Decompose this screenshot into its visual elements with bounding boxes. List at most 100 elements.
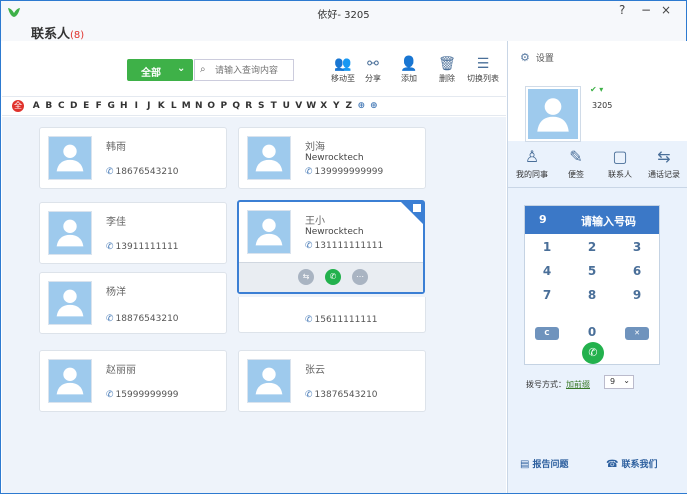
- dial-prefix-select[interactable]: 9 ⌄: [604, 375, 634, 389]
- contact-phone-number: 13876543210: [314, 390, 378, 400]
- letter-r[interactable]: R: [243, 101, 256, 111]
- contact-phone: ✆ 15999999999: [106, 390, 179, 400]
- contact-actions-bar: ⇆ ✆ ⋯: [239, 262, 423, 292]
- letter-e[interactable]: E: [80, 101, 93, 111]
- dial-mode-label: 拨号方式：: [526, 380, 566, 389]
- page-title-label: 联系人: [31, 27, 71, 42]
- search-box[interactable]: ⌕: [194, 59, 294, 81]
- filter-dropdown[interactable]: 全部 ⌄: [127, 59, 193, 81]
- letter-d[interactable]: D: [68, 101, 81, 111]
- contact-phone-number: 139999999999: [314, 167, 384, 177]
- letter-n[interactable]: N: [193, 101, 206, 111]
- dial-key-2[interactable]: 2: [570, 236, 614, 258]
- report-issue-link[interactable]: ▤ 报告问题: [520, 457, 568, 470]
- dial-key-4[interactable]: 4: [525, 260, 569, 282]
- contact-card[interactable]: ✆ 15611111111: [238, 297, 426, 333]
- nav-call-log[interactable]: ⇆ 通话记录: [642, 147, 686, 180]
- letter-v[interactable]: V: [293, 101, 306, 111]
- letter-t[interactable]: T: [268, 101, 281, 111]
- dial-key-0[interactable]: 0: [570, 323, 614, 341]
- letter-z[interactable]: Z: [343, 101, 356, 111]
- presence-status-dropdown[interactable]: ✔ ▾: [590, 85, 603, 94]
- nav-contacts[interactable]: ▢ 联系人: [598, 147, 642, 180]
- note-icon: ✎: [569, 147, 583, 166]
- dial-hint: 请输入号码: [581, 215, 636, 228]
- letter-f[interactable]: F: [93, 101, 106, 111]
- chevron-down-icon: ⌄: [623, 376, 630, 385]
- letter-list: A B C D E F G H I J K L M N O P Q R S T U V W X Y Z ⊕ ⊕: [30, 101, 380, 111]
- letter-j[interactable]: J: [143, 101, 156, 111]
- chevron-down-icon: ⌄: [177, 63, 186, 74]
- letter-a[interactable]: A: [30, 101, 43, 111]
- contact-phone: ✆ 15611111111: [305, 315, 378, 325]
- contact-card-selected[interactable]: 王小 Newrocktech ✆ 131111111111 ⇆ ✆ ⋯: [237, 200, 425, 294]
- nav-contacts-label: 联系人: [608, 170, 632, 179]
- letter-y[interactable]: Y: [330, 101, 343, 111]
- contact-card[interactable]: 刘海 Newrocktech ✆ 139999999999: [238, 127, 426, 189]
- letter-u[interactable]: U: [280, 101, 293, 111]
- divider: [508, 187, 687, 188]
- user-avatar[interactable]: [526, 87, 580, 141]
- title-bar: 依好- 3205 ? − × 联系人(8): [1, 1, 686, 42]
- search-input[interactable]: [215, 63, 291, 78]
- contact-card[interactable]: 李佳 ✆ 13911111111: [39, 202, 227, 264]
- letter-k[interactable]: K: [155, 101, 168, 111]
- dial-key-9[interactable]: 9: [615, 284, 659, 306]
- dial-key-8[interactable]: 8: [570, 284, 614, 306]
- list-icon: ☰: [476, 56, 490, 72]
- letter-i[interactable]: I: [130, 101, 143, 111]
- letter-h[interactable]: H: [118, 101, 131, 111]
- nav-notes[interactable]: ✎ 便签: [554, 147, 598, 180]
- report-issue-label: 报告问题: [532, 460, 569, 470]
- backspace-button[interactable]: ✕: [625, 327, 649, 340]
- avatar: [48, 136, 92, 180]
- contact-card[interactable]: 韩雨 ✆ 18676543210: [39, 127, 227, 189]
- letter-q[interactable]: Q: [230, 101, 243, 111]
- clear-button[interactable]: C: [535, 327, 559, 340]
- collapse-letters-icon[interactable]: ⊕: [368, 101, 381, 111]
- contact-org: Newrocktech: [305, 153, 364, 163]
- dial-key-7[interactable]: 7: [525, 284, 569, 306]
- switch-list-button[interactable]: ☰ 切换列表: [463, 55, 503, 87]
- dial-key-5[interactable]: 5: [570, 260, 614, 282]
- transfer-button[interactable]: ⇆: [298, 269, 314, 285]
- selected-checkbox-icon[interactable]: [413, 204, 421, 212]
- contact-card[interactable]: 张云 ✆ 13876543210: [238, 350, 426, 412]
- dial-mode-link[interactable]: 加前缀: [566, 380, 590, 389]
- letter-c[interactable]: C: [55, 101, 68, 111]
- contact-card[interactable]: 杨洋 ✆ 18876543210: [39, 272, 227, 334]
- letter-s[interactable]: S: [255, 101, 268, 111]
- dial-input[interactable]: 9 请输入号码: [525, 206, 659, 234]
- dial-key-3[interactable]: 3: [615, 236, 659, 258]
- contact-card[interactable]: 赵丽丽 ✆ 15999999999: [39, 350, 227, 412]
- contact-us-link[interactable]: ☎ 联系我们: [606, 457, 657, 470]
- letter-all-button[interactable]: 全: [12, 100, 24, 112]
- delete-button[interactable]: 🗑 删除: [427, 55, 467, 87]
- dial-call-button[interactable]: ✆: [582, 342, 604, 364]
- nav-colleagues[interactable]: ♙ 我的同事: [510, 147, 554, 180]
- add-contact-button[interactable]: 👤 添加: [389, 55, 429, 87]
- more-button[interactable]: ⋯: [352, 269, 368, 285]
- settings-button[interactable]: ⚙ 设置: [520, 51, 554, 64]
- letter-p[interactable]: P: [218, 101, 231, 111]
- letter-o[interactable]: O: [205, 101, 218, 111]
- trash-icon: 🗑: [438, 56, 456, 72]
- call-button[interactable]: ✆: [325, 269, 341, 285]
- expand-letters-icon[interactable]: ⊕: [355, 101, 368, 111]
- letter-m[interactable]: M: [180, 101, 193, 111]
- dial-mode: 拨号方式：加前缀: [526, 379, 590, 390]
- delete-label: 删除: [439, 74, 455, 83]
- letter-g[interactable]: G: [105, 101, 118, 111]
- letter-w[interactable]: W: [305, 101, 318, 111]
- contact-phone: ✆ 18876543210: [106, 314, 179, 324]
- help-icon[interactable]: ?: [619, 3, 625, 17]
- dial-key-6[interactable]: 6: [615, 260, 659, 282]
- minimize-button[interactable]: −: [641, 3, 651, 17]
- share-button[interactable]: ⚯ 分享: [353, 55, 393, 87]
- letter-x[interactable]: X: [318, 101, 331, 111]
- dial-key-1[interactable]: 1: [525, 236, 569, 258]
- letter-b[interactable]: B: [43, 101, 56, 111]
- letter-l[interactable]: L: [168, 101, 181, 111]
- close-button[interactable]: ×: [661, 3, 671, 17]
- window-title: 依好- 3205: [317, 10, 370, 21]
